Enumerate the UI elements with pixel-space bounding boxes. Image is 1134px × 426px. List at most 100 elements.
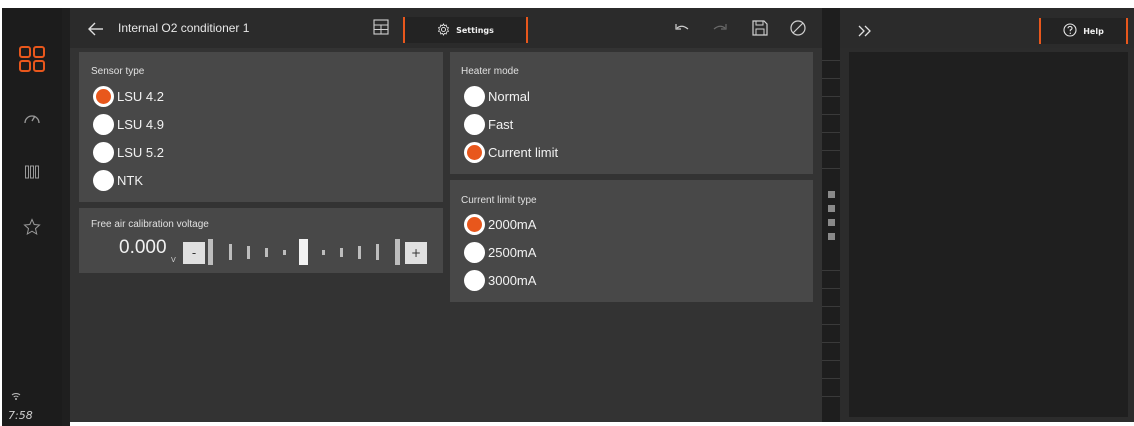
left-rail: 7:58 [2, 8, 62, 426]
clock-time: 7:58 [8, 409, 33, 422]
radio-label: 2500mA [488, 244, 537, 260]
radio-label: Fast [488, 116, 514, 132]
slider-tick [376, 244, 379, 260]
strip-line [822, 360, 840, 361]
tab-settings[interactable]: Settings [403, 17, 528, 43]
strip-line [822, 96, 840, 97]
sensor-type-card: Sensor type LSU 4.2 LSU 4.9 LSU 5.2 NTK [79, 52, 443, 202]
radio-button[interactable] [93, 141, 114, 163]
double-chevron-right-icon[interactable] [857, 22, 873, 37]
slider-tick [322, 250, 325, 255]
strip-line [822, 324, 840, 325]
heater-mode-title: Heater mode [461, 66, 519, 77]
strip-line [822, 78, 840, 79]
radio-label: LSU 5.2 [117, 144, 164, 160]
slider-tick [247, 246, 250, 259]
heater-option-normal[interactable]: Normal [464, 85, 530, 107]
calibration-value: 0.000 [119, 237, 167, 258]
calibration-card: Free air calibration voltage 0.000 V - + [79, 208, 443, 273]
app-screen: 7:58 Internal O2 conditioner 1 Settings [0, 0, 1134, 426]
strip-line [822, 342, 840, 343]
strip-line [822, 60, 840, 61]
apps-grid-icon[interactable] [19, 46, 46, 73]
current-option-3000[interactable]: 3000mA [464, 269, 536, 291]
radio-button[interactable] [464, 141, 485, 163]
strip-line [822, 396, 840, 397]
radio-label: LSU 4.9 [117, 116, 164, 132]
help-panel: Help [840, 8, 1134, 422]
slider-end-tick [395, 239, 400, 265]
radio-button[interactable] [93, 169, 114, 191]
heater-option-fast[interactable]: Fast [464, 113, 513, 135]
current-option-2000[interactable]: 2000mA [464, 213, 536, 235]
slider-tick [265, 248, 268, 257]
heater-mode-card: Heater mode Normal Fast Current limit [450, 52, 813, 174]
gear-icon [437, 21, 450, 40]
radio-label: 3000mA [488, 272, 537, 288]
increment-button[interactable]: + [405, 242, 427, 264]
slider-tick [358, 246, 361, 259]
radio-label: NTK [117, 172, 143, 188]
strip-line [822, 270, 840, 271]
radio-button[interactable] [93, 85, 114, 107]
top-strip [0, 0, 1134, 8]
drag-handle-dot[interactable] [828, 191, 835, 198]
radio-label: Current limit [488, 144, 559, 160]
radio-button[interactable] [464, 241, 485, 263]
radio-label: 2000mA [488, 216, 537, 232]
question-circle-icon [1063, 22, 1077, 41]
tab-settings-label: Settings [456, 25, 494, 35]
gauge-icon[interactable] [19, 105, 45, 131]
current-limit-title: Current limit type [461, 195, 537, 206]
heater-option-current-limit[interactable]: Current limit [464, 141, 558, 163]
strip-line [822, 132, 840, 133]
main-header: Internal O2 conditioner 1 Settings [70, 8, 822, 48]
bars-icon[interactable] [19, 159, 45, 185]
radio-button[interactable] [464, 113, 485, 135]
calibration-unit: V [171, 256, 176, 264]
wifi-icon [11, 386, 21, 400]
sensor-option-lsu52[interactable]: LSU 5.2 [93, 141, 164, 163]
slider-tick [340, 248, 343, 257]
current-limit-card: Current limit type 2000mA 2500mA 3000mA [450, 180, 813, 302]
radio-button[interactable] [464, 269, 485, 291]
drag-handle-dot[interactable] [828, 233, 835, 240]
slider-tick [283, 250, 286, 255]
decrement-button[interactable]: - [183, 242, 205, 264]
cancel-icon[interactable] [789, 19, 807, 37]
help-label: Help [1083, 26, 1104, 36]
radio-button[interactable] [93, 113, 114, 135]
undo-icon[interactable] [673, 19, 691, 37]
strip-line [822, 168, 840, 169]
radio-button[interactable] [464, 85, 485, 107]
help-panel-header: Help [840, 8, 1134, 48]
table-view-icon[interactable] [373, 19, 389, 35]
calibration-title: Free air calibration voltage [91, 219, 209, 230]
main-panel: Internal O2 conditioner 1 Settings Senso… [70, 8, 822, 422]
slider-thumb[interactable] [299, 239, 308, 265]
strip-line [822, 114, 840, 115]
slider-end-tick [208, 239, 213, 265]
help-button[interactable]: Help [1039, 18, 1128, 44]
help-content-area [849, 52, 1128, 417]
drag-handle-dot[interactable] [828, 205, 835, 212]
back-arrow-icon[interactable] [88, 21, 104, 36]
rail-divider [62, 8, 70, 426]
sensor-type-title: Sensor type [91, 66, 145, 77]
strip-line [822, 150, 840, 151]
strip-line [822, 378, 840, 379]
save-icon[interactable] [751, 19, 769, 37]
star-icon[interactable] [19, 214, 45, 240]
redo-icon[interactable] [711, 19, 729, 37]
drag-handle-dot[interactable] [828, 219, 835, 226]
strip-line [822, 288, 840, 289]
radio-label: Normal [488, 88, 530, 104]
sensor-option-lsu49[interactable]: LSU 4.9 [93, 113, 164, 135]
radio-button[interactable] [464, 213, 485, 235]
page-title: Internal O2 conditioner 1 [118, 21, 250, 35]
sensor-option-lsu42[interactable]: LSU 4.2 [93, 85, 164, 107]
sensor-option-ntk[interactable]: NTK [93, 169, 143, 191]
slider-tick [229, 244, 232, 260]
current-option-2500[interactable]: 2500mA [464, 241, 536, 263]
strip-line [822, 306, 840, 307]
